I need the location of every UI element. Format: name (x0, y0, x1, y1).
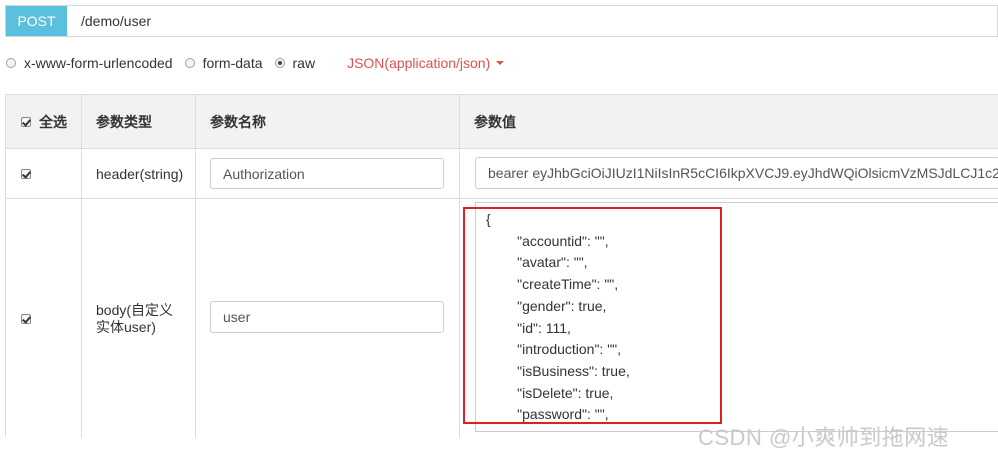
request-url-bar: POST /demo/user (5, 5, 998, 37)
caret-down-icon (496, 61, 505, 65)
radio-icon[interactable] (6, 58, 16, 68)
highlight-box (463, 207, 722, 424)
select-all-checkbox[interactable] (21, 116, 31, 127)
radio-form-data[interactable]: form-data (184, 55, 263, 71)
content-type-dropdown[interactable]: JSON(application/json) (347, 55, 505, 71)
row-2-checkbox-cell (21, 199, 31, 438)
param-name-input[interactable]: Authorization (210, 158, 444, 189)
row-2-type-line2: 实体user) (96, 318, 156, 335)
select-all-header[interactable]: 全选 (21, 95, 67, 148)
radio-icon[interactable] (184, 58, 195, 68)
row-2-type-line1: body(自定义 (96, 301, 174, 318)
row-1-checkbox-cell (21, 148, 31, 199)
select-all-label: 全选 (39, 113, 67, 130)
param-type-header: 参数类型 (96, 113, 152, 130)
row-1-checkbox[interactable] (21, 168, 31, 179)
row-2-type: body(自定义 实体user) (96, 199, 173, 438)
method-button[interactable]: POST (6, 6, 67, 36)
json-line: "phone": "", (486, 426, 630, 431)
param-value-header: 参数值 (474, 113, 516, 130)
radio-icon[interactable] (274, 58, 285, 68)
radio-label: raw (292, 55, 316, 71)
radio-label: form-data (202, 55, 263, 71)
row-2-checkbox[interactable] (21, 313, 31, 324)
radio-raw[interactable]: raw (274, 55, 316, 71)
param-name-header: 参数名称 (210, 113, 266, 130)
radio-label: x-www-form-urlencoded (24, 55, 173, 71)
row-1-type: header(string) (96, 165, 184, 182)
param-value-input[interactable]: bearer eyJhbGciOiJIUzI1NiIsInR5cCI6IkpXV… (475, 157, 998, 189)
watermark: CSDN @小爽帅到拖网速 (698, 425, 950, 450)
content-type-label: JSON(application/json) (347, 55, 491, 71)
body-type-options: x-www-form-urlencoded form-data raw JSON… (6, 54, 505, 72)
radio-x-www-form-urlencoded[interactable]: x-www-form-urlencoded (6, 55, 173, 71)
url-input[interactable]: /demo/user (81, 13, 151, 29)
param-name-input[interactable]: user (210, 301, 444, 333)
